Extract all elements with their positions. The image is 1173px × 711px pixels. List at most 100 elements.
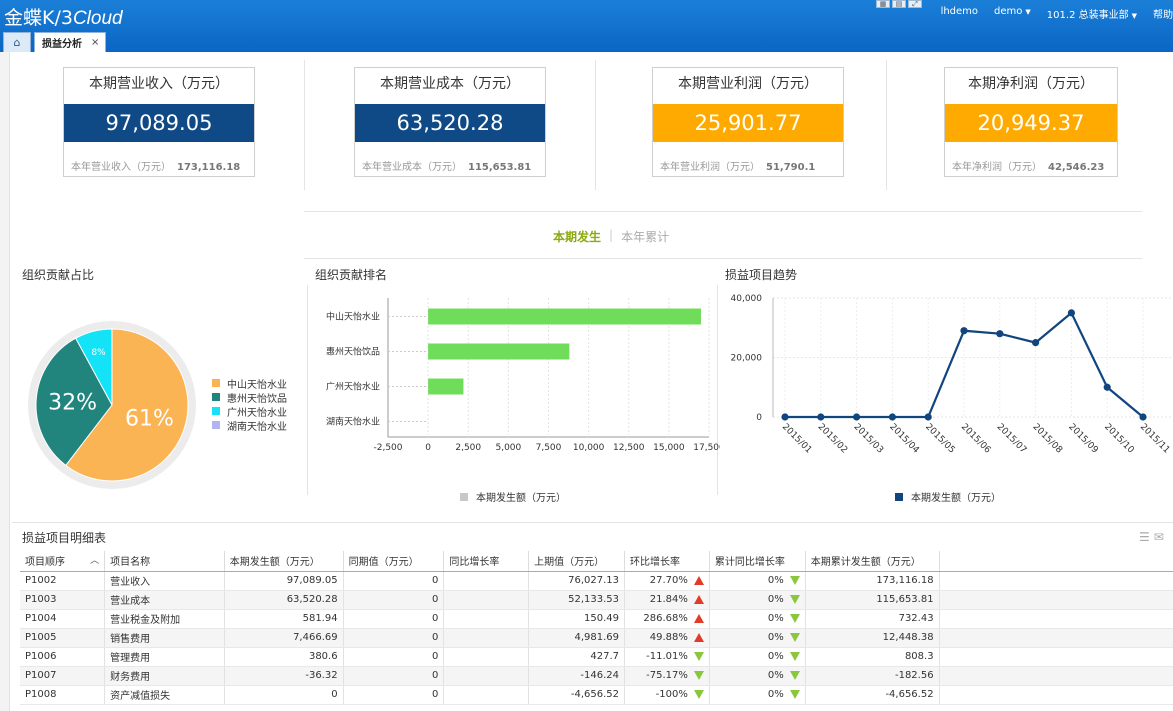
cell-cum: 0% [709, 685, 806, 705]
x-tick-label: 2015/07 [995, 422, 1029, 456]
cell-value: 营业税金及附加 [110, 615, 181, 626]
table-row[interactable]: P1005 销售费用 7,466.69 0 4,981.69 49.88% 0% 12,448… [20, 628, 1173, 648]
data-point [960, 327, 968, 335]
kpi-title: 本期净利润（万元） [968, 76, 1094, 92]
cell-value: P1005 [25, 632, 57, 643]
header-cum-yoy[interactable]: 累计同比增长率 [709, 551, 806, 572]
cell-name: 资产减值损失 [104, 685, 225, 705]
cell-value: 808.3 [904, 651, 934, 662]
arrow-down-icon [789, 651, 800, 661]
header-previous[interactable]: 上期值（万元） [528, 551, 625, 572]
bar-legend: 本期发生额（万元） [460, 489, 566, 504]
arrow-down-icon [789, 689, 800, 699]
cell-value: 管理费用 [110, 653, 151, 664]
cell-yoy [443, 590, 530, 610]
cell-value: 0% [767, 575, 784, 586]
kpi-value: 63,520.28 [355, 104, 545, 142]
data-point [817, 413, 825, 421]
x-tick-label: 2015/04 [887, 422, 921, 456]
cell-prev: -146.24 [528, 666, 625, 686]
cell-value: 0 [432, 689, 439, 700]
cell-value: 0 [432, 632, 439, 643]
kpi-separator [886, 60, 887, 190]
cell-value: P1004 [25, 613, 57, 624]
table-row[interactable]: P1002 营业收入 97,089.05 0 76,027.13 27.70% 0% 173,… [20, 571, 1173, 591]
legend-item[interactable]: 湖南天怡水业 [212, 418, 287, 433]
header-code[interactable]: 项目顺序 ︿ [20, 551, 106, 572]
cell-value: 380.6 [308, 651, 338, 662]
cell-code: P1002 [20, 571, 106, 591]
cell-value: 173,116.18 [876, 575, 934, 586]
mail-icon[interactable]: ✉ [1154, 530, 1164, 544]
toggle-current-period[interactable]: 本期发生 [553, 228, 601, 245]
database-menu[interactable]: demo ▼ [994, 6, 1031, 21]
legend-item[interactable]: 中山天怡水业 [212, 376, 287, 391]
cell-yoy [443, 628, 530, 648]
expand-icon[interactable]: ⤢ [908, 0, 922, 8]
cell-filler [939, 628, 1173, 648]
home-icon: ⌂ [13, 36, 21, 49]
kpi-sub-label: 本年营业利润（万元） [660, 162, 760, 173]
arrow-down-icon [693, 670, 704, 680]
header-same-period[interactable]: 同期值（万元） [343, 551, 445, 572]
kpi-card-operating-profit: 本期营业利润（万元） 25,901.77 本年营业利润（万元） 51,790.1 [652, 67, 844, 177]
table-row[interactable]: P1004 营业税金及附加 581.94 0 150.49 286.68% 0% 732.43 [20, 609, 1173, 629]
cell-value: P1003 [25, 594, 57, 605]
close-icon[interactable]: × [91, 37, 99, 48]
data-point [924, 413, 932, 421]
kpi-value: 20,949.37 [945, 104, 1117, 142]
header-name[interactable]: 项目名称 [104, 551, 225, 572]
data-point [888, 413, 896, 421]
layout-icon[interactable]: ▤ [892, 0, 906, 8]
tab-label: 损益分析 [42, 39, 82, 50]
x-tick-label: 10,000 [573, 443, 605, 453]
menu-icon[interactable]: ☰ [1139, 530, 1150, 544]
cell-name: 营业收入 [104, 571, 225, 591]
table-row[interactable]: P1006 管理费用 380.6 0 427.7 -11.01% 0% 808.3 [20, 647, 1173, 667]
user-menu[interactable]: lhdemo [941, 6, 978, 21]
cell-value: P1006 [25, 651, 57, 662]
toggle-year-to-date[interactable]: 本年累计 [621, 228, 669, 245]
kpi-sub: 本年净利润（万元） 42,546.23 [952, 158, 1104, 173]
cell-value: 资产减值损失 [110, 691, 171, 702]
legend-swatch [460, 492, 468, 501]
header-mom[interactable]: 环比增长率 [624, 551, 710, 572]
table-row[interactable]: P1008 资产减值损失 0 0 -4,656.52 -100% 0% -4,656.52 [20, 685, 1173, 705]
header-total[interactable]: 本期累计发生额（万元） [805, 551, 940, 572]
x-tick-label: -2,500 [373, 443, 402, 453]
header-yoy[interactable]: 同比增长率 [443, 551, 530, 572]
org-menu[interactable]: 101.2 总装事业部 ▼ [1047, 6, 1137, 21]
cell-prev: -4,656.52 [528, 685, 625, 705]
cell-name: 财务费用 [104, 666, 225, 686]
y-category-label: 中山天怡水业 [326, 311, 380, 323]
grid-icon[interactable]: ▦ [876, 0, 890, 8]
kpi-separator [595, 60, 596, 190]
cell-value: -11.01% [646, 651, 688, 662]
pie-chart-title: 组织贡献占比 [22, 268, 95, 282]
legend-label: 广州天怡水业 [227, 407, 287, 419]
y-tick-label: 0 [756, 413, 762, 423]
cell-value: 52,133.53 [568, 594, 619, 605]
table-row[interactable]: P1007 财务费用 -36.32 0 -146.24 -75.17% 0% -182.56 [20, 666, 1173, 686]
cell-mom: -100% [624, 685, 710, 705]
cell-value: 0 [331, 689, 338, 700]
cell-mom: 49.88% [624, 628, 710, 648]
legend-item[interactable]: 惠州天怡饮品 [212, 390, 287, 405]
table-tools: ☰ ✉ [1139, 530, 1164, 544]
legend-swatch [212, 379, 220, 387]
help-menu[interactable]: 帮助 [1153, 6, 1173, 21]
x-tick-label: 15,000 [653, 443, 685, 453]
cell-value: P1008 [25, 689, 57, 700]
arrow-up-icon [693, 632, 704, 642]
x-tick-label: 7,500 [536, 443, 562, 453]
tab-profit-analysis[interactable]: 损益分析 × [34, 32, 107, 52]
pie-slice-label: 8% [91, 348, 106, 358]
chevron-up-icon[interactable]: ︿ [90, 553, 99, 566]
kpi-sub-value: 51,790.1 [766, 162, 816, 173]
tab-home[interactable]: ⌂ [3, 32, 31, 52]
cell-value: -100% [655, 689, 688, 700]
header-current[interactable]: 本期发生额（万元） [224, 551, 344, 572]
table-row[interactable]: P1003 营业成本 63,520.28 0 52,133.53 21.84% 0% 115,… [20, 590, 1173, 610]
legend-item[interactable]: 广州天怡水业 [212, 404, 287, 419]
kpi-sub: 本年营业收入（万元） 173,116.18 [71, 158, 240, 173]
